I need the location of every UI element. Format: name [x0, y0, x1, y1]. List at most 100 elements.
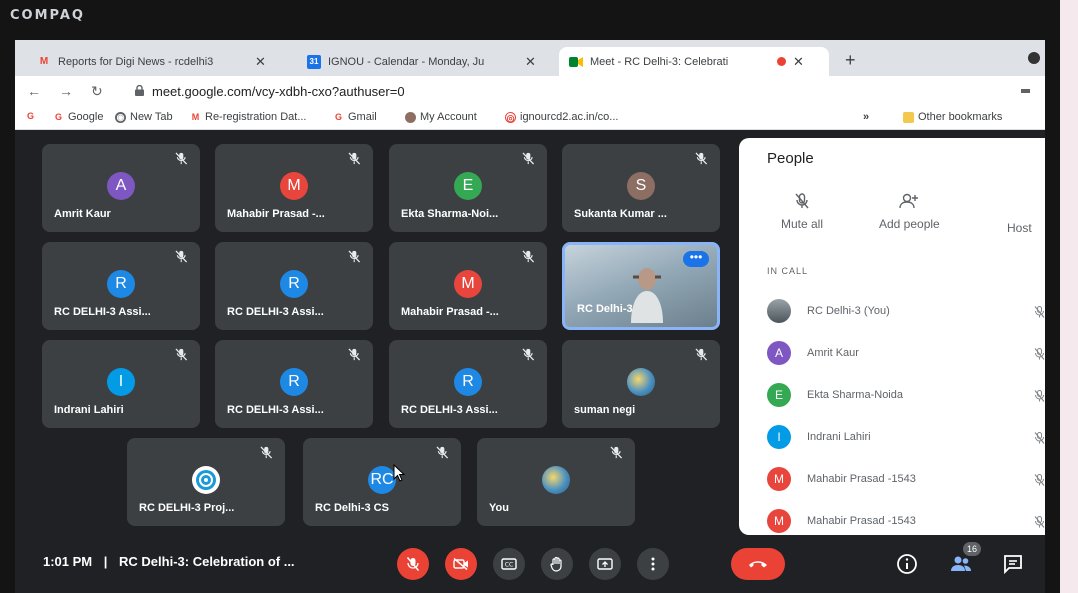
close-icon[interactable]: ✕ [793, 54, 804, 70]
forward-icon[interactable]: → [59, 83, 73, 99]
calendar-icon: 31 [307, 54, 321, 69]
reload-icon[interactable]: ↻ [91, 83, 103, 100]
participant-tile[interactable]: S Sukanta Kumar ... [562, 144, 720, 232]
participant-tile[interactable]: You [477, 438, 635, 526]
mic-muted-icon [348, 152, 361, 165]
raise-hand-button[interactable] [541, 548, 573, 580]
bookmarks-overflow[interactable]: » [863, 111, 869, 123]
mic-muted-icon [610, 446, 623, 459]
google-icon: G [54, 111, 62, 122]
participant-avatar: A [767, 341, 791, 365]
meeting-details-icon[interactable] [895, 552, 919, 576]
mic-off-icon [407, 557, 419, 571]
host-controls-button[interactable]: Host [1007, 221, 1032, 235]
bookmark-re-registration[interactable]: M Re-registration Dat... [190, 111, 307, 123]
more-horiz-icon[interactable]: ••• [683, 251, 709, 267]
mic-muted-icon [522, 152, 535, 165]
url-input[interactable]: meet.google.com/vcy-xdbh-cxo?authuser=0 [135, 81, 995, 102]
participant-avatar: E [767, 383, 791, 407]
participant-tile[interactable]: suman negi [562, 340, 720, 428]
bookmark-google[interactable]: G Google [53, 111, 104, 123]
participant-avatar: R [454, 368, 482, 396]
new-tab-icon[interactable]: + [845, 50, 856, 71]
participant-tile[interactable]: R RC DELHI-3 Assi... [389, 340, 547, 428]
participant-photo [542, 466, 570, 494]
camera-toggle-button[interactable] [445, 548, 477, 580]
participant-row[interactable]: RC Delhi-3 (You) [767, 298, 890, 324]
back-icon[interactable]: ← [27, 83, 41, 99]
chat-icon[interactable] [1001, 552, 1025, 576]
participant-name: RC Delhi-3 CS [315, 502, 389, 514]
bookmark-gmail[interactable]: G Gmail [333, 111, 377, 123]
menu-icon[interactable] [1021, 89, 1030, 93]
participant-row[interactable]: A Amrit Kaur [767, 340, 859, 366]
captions-button[interactable]: CC [493, 548, 525, 580]
participant-video-person [631, 268, 663, 323]
participant-tile[interactable]: R RC DELHI-3 Assi... [215, 242, 373, 330]
mic-muted-icon [348, 250, 361, 263]
bookmark-my-account[interactable]: My Account [405, 111, 477, 123]
hang-up-icon [749, 561, 767, 568]
mic-muted-icon [175, 250, 188, 263]
participant-name: RC DELHI-3 Assi... [54, 306, 151, 318]
leave-call-button[interactable] [731, 548, 785, 580]
tab-reports[interactable]: M Reports for Digi News - rcdelhi3 ✕ [27, 47, 297, 76]
participant-avatar: RC [368, 466, 396, 494]
tab-title: Meet - RC Delhi-3: Celebrati [590, 55, 729, 68]
profile-icon[interactable] [1028, 52, 1040, 64]
participant-tile[interactable]: M Mahabir Prasad -... [389, 242, 547, 330]
apps-icon[interactable]: G [25, 111, 36, 122]
participant-tile[interactable]: RC DELHI-3 Proj... [127, 438, 285, 526]
bookmark-new-tab[interactable]: ◉ New Tab [115, 111, 173, 123]
participant-row[interactable]: I Indrani Lahiri [767, 424, 871, 450]
gmail-icon: M [191, 111, 200, 122]
close-icon[interactable]: ✕ [525, 54, 536, 70]
mic-muted-icon [522, 348, 535, 361]
monitor-brand: COMPAQ [10, 8, 85, 23]
camera-off-icon [453, 558, 468, 570]
add-person-icon [899, 193, 919, 209]
tab-meet[interactable]: Meet - RC Delhi-3: Celebrati ✕ [559, 47, 829, 76]
participant-tile[interactable]: R RC DELHI-3 Assi... [42, 242, 200, 330]
other-bookmarks[interactable]: Other bookmarks [903, 111, 1002, 123]
participant-row[interactable]: M Mahabir Prasad -1543 [767, 466, 916, 492]
meeting-title: RC Delhi-3: Celebration of ... [119, 554, 295, 569]
participant-row[interactable]: E Ekta Sharma-Noida [767, 382, 903, 408]
participant-tile[interactable]: M Mahabir Prasad -... [215, 144, 373, 232]
mic-muted-icon [1034, 473, 1045, 486]
mic-muted-icon [522, 250, 535, 263]
add-people-button[interactable]: Add people [879, 193, 940, 231]
participant-tile[interactable]: R RC DELHI-3 Assi... [215, 340, 373, 428]
participant-avatar: E [454, 172, 482, 200]
mic-muted-icon [695, 152, 708, 165]
more-options-button[interactable] [637, 548, 669, 580]
participant-name: RC DELHI-3 Assi... [227, 404, 324, 416]
participant-tile[interactable]: A Amrit Kaur [42, 144, 200, 232]
mic-muted-icon [175, 348, 188, 361]
participant-name: RC Delhi-3 [577, 303, 633, 315]
participant-name: You [489, 502, 509, 514]
gmail-icon: M [39, 56, 49, 67]
tab-calendar[interactable]: 31 IGNOU - Calendar - Monday, Ju ✕ [297, 47, 559, 76]
google-icon: G [334, 111, 342, 122]
participant-name: suman negi [574, 404, 636, 416]
meet-icon [569, 55, 583, 69]
participant-tile[interactable]: I Indrani Lahiri [42, 340, 200, 428]
participant-tile[interactable]: E Ekta Sharma-Noi... [389, 144, 547, 232]
participant-tile[interactable]: RC RC Delhi-3 CS [303, 438, 461, 526]
mic-muted-icon [1034, 305, 1045, 318]
browser-window: M Reports for Digi News - rcdelhi3 ✕ 31 … [15, 40, 1045, 593]
participant-avatar: I [767, 425, 791, 449]
mic-toggle-button[interactable] [397, 548, 429, 580]
close-icon[interactable]: ✕ [255, 54, 266, 70]
mic-muted-icon [436, 446, 449, 459]
participant-row[interactable]: M Mahabir Prasad -1543 [767, 508, 916, 534]
participant-tile[interactable]: ••• RC Delhi-3 [562, 242, 720, 330]
participant-name: Mahabir Prasad -... [401, 306, 499, 318]
participant-avatar: R [280, 368, 308, 396]
present-button[interactable] [589, 548, 621, 580]
bookmark-ignou[interactable]: ◎ ignourcd2.ac.in/co... [505, 111, 618, 123]
ignou-logo-icon [192, 466, 220, 494]
mute-all-button[interactable]: Mute all [781, 193, 823, 231]
participant-avatar: I [107, 368, 135, 396]
